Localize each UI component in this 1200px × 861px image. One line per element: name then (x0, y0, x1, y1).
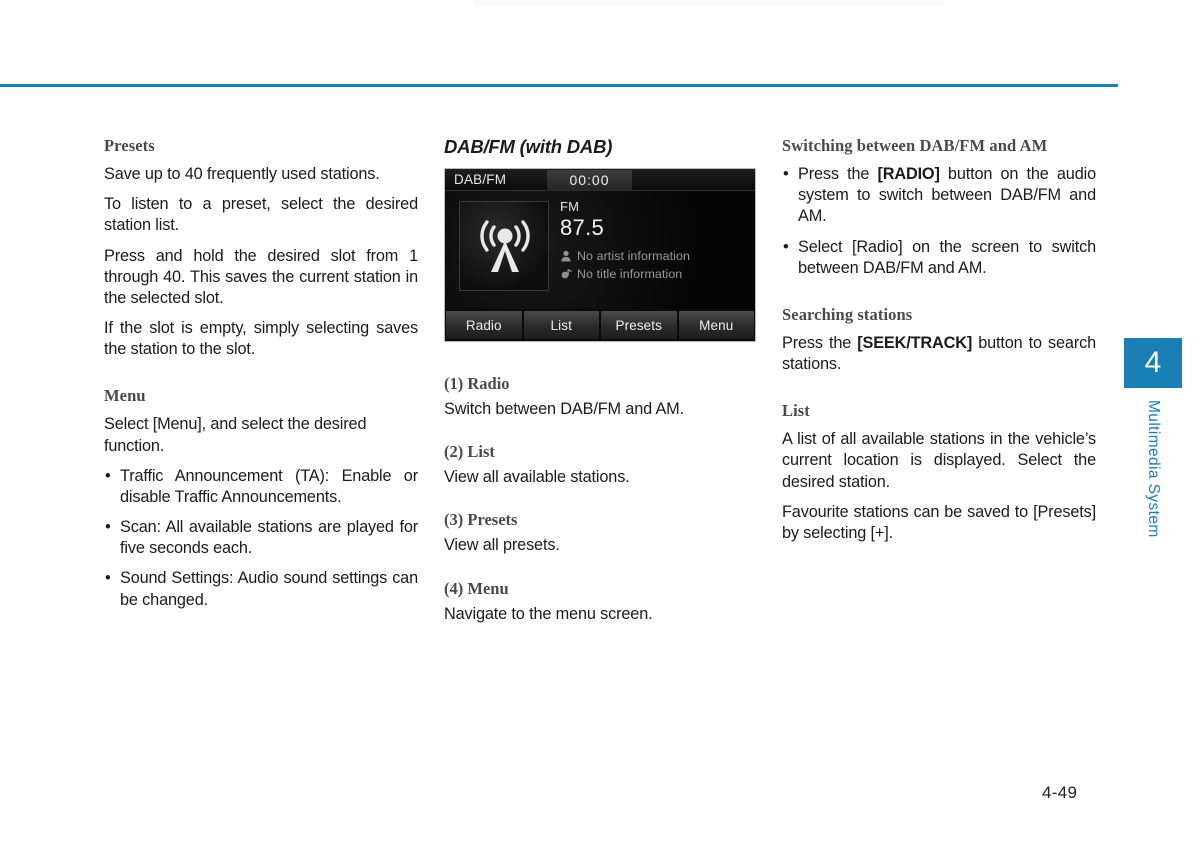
numbered-section-list: (2) List View all available stations. (444, 442, 758, 488)
list-item-label: Scan: All available stations are played … (120, 518, 418, 558)
heading-presets: Presets (104, 136, 155, 155)
numbered-text: Navigate to the menu screen. (444, 604, 653, 623)
menu-intro: Select [Menu], and select the desired fu… (104, 415, 367, 455)
frequency-value: 87.5 (560, 215, 605, 240)
chapter-tab: 4 Multimedia System (1124, 338, 1182, 543)
searching-text: Press the [SEEK/TRACK] button to search … (782, 333, 1096, 375)
left-column: Presets Save up to 40 frequently used st… (104, 136, 418, 611)
list-item: • Select [Radio] on the screen to switch… (782, 237, 1096, 279)
title-info-text: No title information (577, 267, 683, 281)
tab-radio[interactable]: Radio (446, 311, 522, 339)
device-top-bar: DAB/FM 00:00 (445, 169, 755, 191)
person-icon (561, 250, 571, 262)
band-label: FM (560, 199, 580, 214)
numbered-section-menu: (4) Menu Navigate to the menu screen. (444, 579, 758, 625)
middle-column: DAB/FM (with DAB) DAB/FM 00:00 FM 87.5 N… (444, 136, 758, 625)
chapter-number: 4 (1124, 338, 1182, 388)
bullet-icon: • (105, 466, 111, 485)
device-clock: 00:00 (569, 172, 610, 188)
title-info-row: No title information (560, 267, 750, 281)
numbered-text: Switch between DAB/FM and AM. (444, 400, 684, 418)
heading-menu: Menu (104, 386, 146, 406)
bullet-icon: • (783, 237, 789, 256)
presets-paragraph-4: If the slot is empty, simply selecting s… (104, 319, 418, 359)
list-item: • Press the [RADIO] button on the audio … (782, 164, 1096, 228)
numbered-heading: (1) Radio (444, 374, 510, 393)
heading-list: List (782, 401, 810, 421)
radio-tower-icon (480, 220, 530, 272)
list-item: • Scan: All available stations are playe… (104, 517, 418, 559)
music-note-icon (561, 269, 572, 279)
bullet-icon: • (783, 165, 789, 183)
presets-paragraph-2: To listen to a preset, select the desire… (104, 195, 418, 235)
now-playing-info: FM 87.5 No artist information No title i… (560, 199, 750, 285)
list-item-label: Traffic Announcement (TA): Enable or dis… (120, 466, 418, 506)
chapter-label: Multimedia System (1145, 400, 1162, 538)
right-column: Switching between DAB/FM and AM • Press … (782, 136, 1096, 544)
list-paragraph-2: Favourite stations can be saved to [Pres… (782, 502, 1096, 542)
numbered-section-presets: (3) Presets View all presets. (444, 510, 758, 556)
bullet-icon: • (105, 569, 111, 588)
presets-paragraph-3: Press and hold the desired slot from 1 t… (104, 246, 418, 307)
list-paragraph-1: A list of all available stations in the … (782, 430, 1096, 491)
header-rule (0, 84, 1118, 87)
searching-pre: Press the (782, 333, 858, 352)
numbered-section-radio: (1) Radio Switch between DAB/FM and AM. (444, 374, 758, 420)
numbered-heading: (3) Presets (444, 510, 518, 530)
menu-bullet-list: • Traffic Announcement (TA): Enable or d… (104, 466, 418, 611)
presets-paragraph-1: Save up to 40 frequently used stations. (104, 165, 380, 183)
heading-switching: Switching between DAB/FM and AM (782, 136, 1048, 155)
list-item-label: Select [Radio] on the screen to switch b… (798, 237, 1096, 277)
device-tab-bar: Radio List Presets Menu (445, 309, 755, 341)
heading-dab-fm: DAB/FM (with DAB) (444, 136, 613, 157)
list-item-pre: Press the (798, 165, 878, 183)
tab-list[interactable]: List (523, 311, 599, 339)
numbered-sections: (1) Radio Switch between DAB/FM and AM. … (444, 374, 758, 625)
page-number: 4-49 (1042, 783, 1078, 802)
numbered-text: View all available stations. (444, 468, 630, 487)
list-item: • Sound Settings: Audio sound settings c… (104, 568, 418, 610)
device-clock-box: 00:00 (547, 170, 632, 190)
numbered-heading: (4) Menu (444, 578, 509, 598)
numbered-text: View all presets. (444, 536, 560, 555)
tab-presets[interactable]: Presets (601, 311, 677, 339)
device-body: FM 87.5 No artist information No title i… (445, 191, 755, 311)
manual-page: Presets Save up to 40 frequently used st… (0, 0, 1200, 861)
numbered-heading: (2) List (444, 442, 495, 462)
infotainment-screenshot: DAB/FM 00:00 FM 87.5 No artist informati… (444, 168, 756, 342)
list-item: • Traffic Announcement (TA): Enable or d… (104, 466, 418, 508)
scan-artifact (474, 0, 944, 6)
list-item-label: Sound Settings: Audio sound settings can… (120, 569, 418, 609)
bullet-icon: • (105, 518, 111, 537)
device-source-label: DAB/FM (454, 172, 507, 187)
heading-searching: Searching stations (782, 304, 913, 324)
list-item-bold: [RADIO] (877, 165, 940, 183)
artist-info-row: No artist information (560, 249, 750, 263)
tab-menu[interactable]: Menu (678, 311, 754, 339)
artist-info-text: No artist information (577, 249, 690, 263)
album-art-placeholder (459, 201, 549, 291)
switching-bullet-list: • Press the [RADIO] button on the audio … (782, 164, 1096, 279)
searching-bold: [SEEK/TRACK] (857, 333, 973, 352)
